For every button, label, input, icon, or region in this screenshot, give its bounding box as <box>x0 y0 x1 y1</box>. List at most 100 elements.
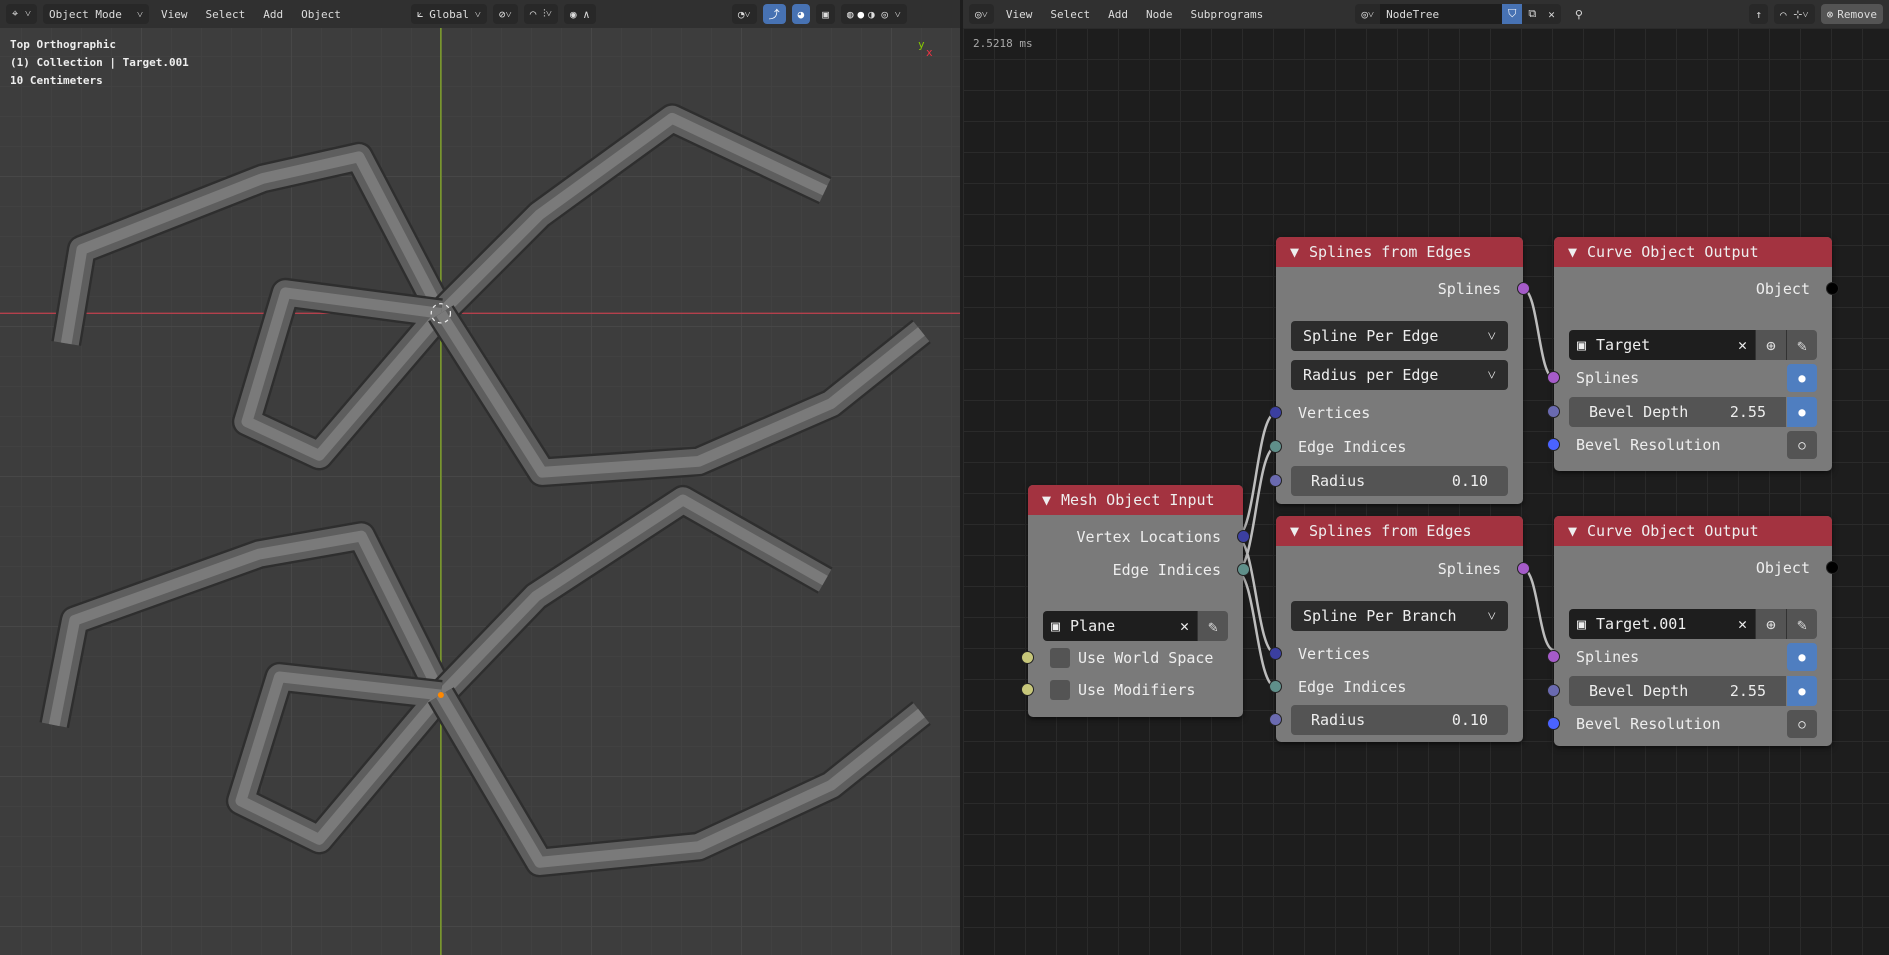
collapse-triangle-icon[interactable]: ▼ <box>1290 522 1299 540</box>
socket-int[interactable] <box>1269 680 1282 693</box>
clear-x-icon[interactable]: ✕ <box>1738 336 1747 354</box>
menu-view[interactable]: View <box>1000 8 1039 21</box>
duplicate-icon[interactable]: ⧉ <box>1522 4 1543 24</box>
bevel-resolution-toggle[interactable]: ○ <box>1787 431 1817 459</box>
node-curve-object-output-1[interactable]: ▼ Curve Object Output Object ▣ Target ✕ ⊕ ✎ … <box>1547 237 1839 471</box>
xray-button[interactable]: ▣ <box>816 4 835 24</box>
menu-node[interactable]: Node <box>1140 8 1179 21</box>
target-object-field[interactable]: ▣ Target.001 ✕ ⊕ ✎ <box>1569 609 1817 639</box>
collapse-triangle-icon[interactable]: ▼ <box>1568 522 1577 540</box>
node-header[interactable]: ▼ Splines from Edges <box>1276 237 1523 267</box>
node-tree-name-field[interactable]: NodeTree <box>1380 4 1503 24</box>
node-header[interactable]: ▼ Mesh Object Input <box>1028 485 1243 515</box>
collapse-triangle-icon[interactable]: ▼ <box>1042 491 1051 509</box>
socket-int[interactable] <box>1547 717 1560 730</box>
socket-float[interactable] <box>1269 474 1282 487</box>
spline-mode-dropdown[interactable]: Spline Per Branch ˅ <box>1291 601 1508 631</box>
eyedropper-icon[interactable]: ✎ <box>1786 330 1817 360</box>
menu-select[interactable]: Select <box>1044 8 1096 21</box>
collapse-triangle-icon[interactable]: ▼ <box>1290 243 1299 261</box>
use-world-space-row[interactable]: Use World Space <box>1021 644 1243 672</box>
radius-field[interactable]: Radius 0.10 <box>1269 705 1508 735</box>
socket-splines[interactable] <box>1547 650 1560 663</box>
socket-label: Splines <box>1437 560 1501 578</box>
socket-float[interactable] <box>1269 713 1282 726</box>
splines-toggle[interactable]: ● <box>1787 364 1817 392</box>
fake-user-shield-icon[interactable]: ⛉ <box>1502 4 1523 24</box>
snap-button[interactable]: ⌒ ⫶˅ <box>523 4 558 24</box>
node-header[interactable]: ▼ Splines from Edges <box>1276 516 1523 546</box>
socket-float[interactable] <box>1547 405 1560 418</box>
socket-splines[interactable] <box>1517 562 1530 575</box>
new-object-plus-icon[interactable]: ⊕ <box>1755 330 1786 360</box>
3d-viewport[interactable]: Top Orthographic (1) Collection | Target… <box>0 28 960 955</box>
use-world-space-checkbox[interactable] <box>1050 648 1070 668</box>
socket-vector[interactable] <box>1269 647 1282 660</box>
unlink-close-icon[interactable]: ✕ <box>1542 4 1561 24</box>
chevron-down-icon: ˅ <box>1487 365 1496 384</box>
node-splines-from-edges-1[interactable]: ▼ Splines from Edges Splines Spline Per E… <box>1269 237 1530 504</box>
socket-bool[interactable] <box>1021 683 1034 696</box>
node-curve-object-output-2[interactable]: ▼ Curve Object Output Object ▣ Target.001 ✕… <box>1547 516 1839 746</box>
bevel-depth-field[interactable]: Bevel Depth 2.55 <box>1547 676 1786 706</box>
editor-type-button[interactable]: ◎˅ <box>969 4 994 24</box>
proportional-edit-button[interactable]: ◉ ∧ <box>563 4 596 24</box>
clear-x-icon[interactable]: ✕ <box>1180 617 1189 635</box>
node-mesh-object-input[interactable]: ▼ Mesh Object Input Vertex Locations Edge… <box>1021 485 1250 717</box>
socket-vector[interactable] <box>1237 530 1250 543</box>
editor-type-button[interactable]: ⌖ ˅ <box>6 4 38 24</box>
socket-bool[interactable] <box>1021 651 1034 664</box>
pivot-button[interactable]: ⊘˅ <box>492 4 518 24</box>
new-object-plus-icon[interactable]: ⊕ <box>1755 609 1786 639</box>
node-splines-from-edges-2[interactable]: ▼ Splines from Edges Splines Spline Per B… <box>1269 516 1530 742</box>
tree-type-button[interactable]: ◎˅ <box>1355 4 1381 24</box>
parent-up-icon[interactable]: ↑ <box>1749 4 1768 24</box>
radius-field[interactable]: Radius 0.10 <box>1269 466 1508 496</box>
socket-float[interactable] <box>1547 684 1560 697</box>
socket-label: Splines <box>1437 280 1501 298</box>
target-object-field[interactable]: ▣ Target ✕ ⊕ ✎ <box>1569 330 1817 360</box>
menu-view[interactable]: View <box>155 8 194 21</box>
shading-buttons[interactable]: ◍ ● ◑ ◎ ˅ <box>840 4 907 24</box>
eyedropper-icon[interactable]: ✎ <box>1197 611 1228 641</box>
mode-select[interactable]: Object Mode ˅ <box>43 4 150 24</box>
clear-x-icon[interactable]: ✕ <box>1738 615 1747 633</box>
menu-add[interactable]: Add <box>257 8 289 21</box>
eyedropper-icon[interactable]: ✎ <box>1786 609 1817 639</box>
socket-object[interactable] <box>1826 561 1839 574</box>
bevel-depth-field[interactable]: Bevel Depth 2.55 <box>1547 397 1786 427</box>
node-header[interactable]: ▼ Curve Object Output <box>1554 237 1832 267</box>
bevel-resolution-toggle[interactable]: ○ <box>1787 710 1817 738</box>
curve-tube-shading <box>436 494 828 699</box>
pin-icon[interactable]: ⚲ <box>1575 8 1583 21</box>
node-editor[interactable]: 2.5218 ms ▼ Mesh Object Input Vertex Loca… <box>963 28 1889 955</box>
menu-select[interactable]: Select <box>200 8 252 21</box>
visibility-button[interactable]: ◔˅ <box>731 4 757 24</box>
collapse-triangle-icon[interactable]: ▼ <box>1568 243 1577 261</box>
snap-button[interactable]: ⌒ ⊹˅ <box>1773 4 1815 24</box>
splines-toggle[interactable]: ● <box>1787 643 1817 671</box>
menu-object[interactable]: Object <box>295 8 347 21</box>
gizmo-button[interactable]: ⤴ <box>762 4 786 24</box>
socket-int[interactable] <box>1547 438 1560 451</box>
socket-vector[interactable] <box>1269 406 1282 419</box>
socket-label: Edge Indices <box>1298 678 1407 696</box>
remove-button[interactable]: ⊗ Remove <box>1820 4 1883 24</box>
bevel-depth-toggle[interactable]: ● <box>1787 676 1817 706</box>
menu-add[interactable]: Add <box>1102 8 1134 21</box>
use-modifiers-checkbox[interactable] <box>1050 680 1070 700</box>
overlay-button[interactable]: ◕ <box>791 4 811 24</box>
bevel-depth-toggle[interactable]: ● <box>1787 397 1817 427</box>
menu-subprograms[interactable]: Subprograms <box>1184 8 1269 21</box>
socket-splines[interactable] <box>1517 282 1530 295</box>
radius-mode-dropdown[interactable]: Radius per Edge ˅ <box>1291 360 1508 390</box>
socket-splines[interactable] <box>1547 371 1560 384</box>
socket-int[interactable] <box>1237 563 1250 576</box>
orientation-select[interactable]: ⟀ Global ˅ <box>410 4 487 24</box>
use-modifiers-row[interactable]: Use Modifiers <box>1021 676 1243 704</box>
object-field[interactable]: ▣ Plane ✕ ✎ <box>1043 611 1228 641</box>
spline-mode-dropdown[interactable]: Spline Per Edge ˅ <box>1291 321 1508 351</box>
node-header[interactable]: ▼ Curve Object Output <box>1554 516 1832 546</box>
socket-object[interactable] <box>1826 282 1839 295</box>
socket-int[interactable] <box>1269 440 1282 453</box>
